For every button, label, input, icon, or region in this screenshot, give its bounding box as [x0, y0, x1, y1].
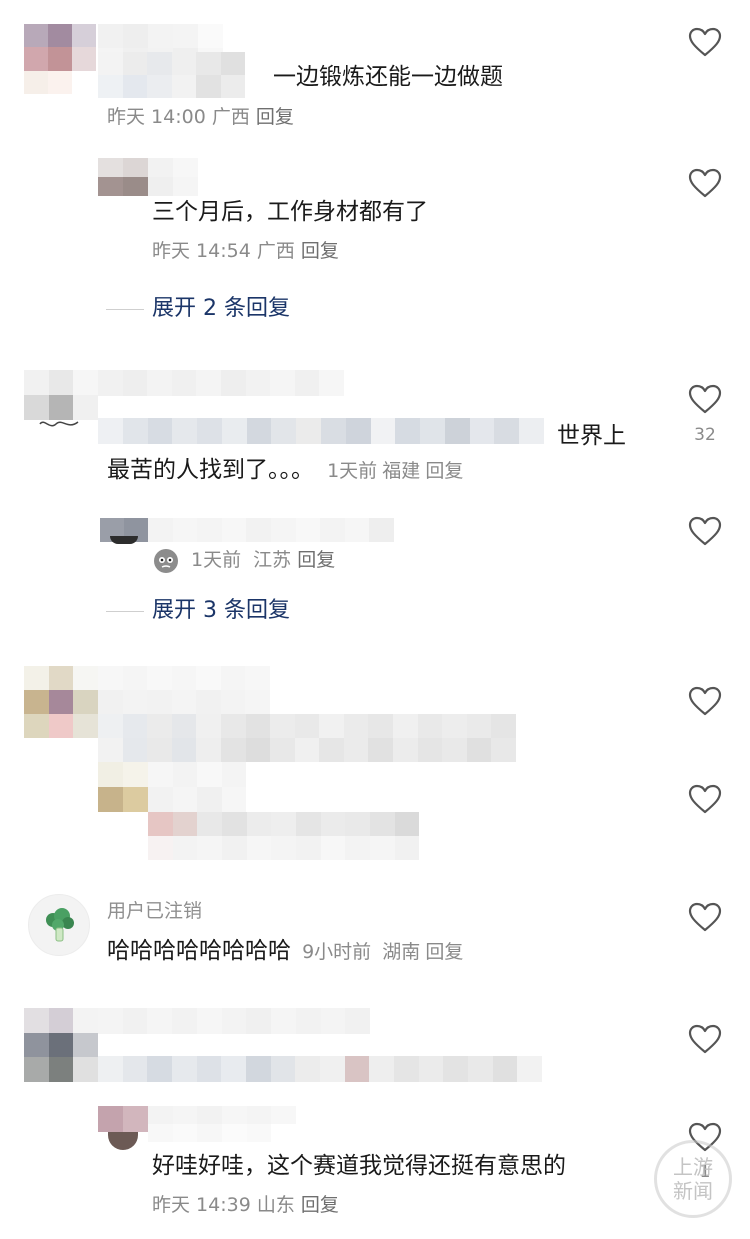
blurred-username [98, 370, 344, 396]
blurred-username [148, 518, 394, 542]
avatar-blurred[interactable] [24, 24, 96, 94]
heart-icon[interactable] [688, 902, 722, 932]
comment-location: 广西 [211, 106, 250, 128]
avatar-partial [110, 536, 138, 544]
reply-button[interactable]: 回复 [301, 1194, 339, 1216]
blurred-username [98, 1008, 370, 1034]
avatar-blurred[interactable] [98, 1106, 148, 1132]
comment-time: 1天前 [191, 549, 242, 571]
blurred-text [98, 418, 544, 444]
comment-text: 一边锻炼还能一边做题 [273, 64, 503, 90]
comment-text: 最苦的人找到了。。。 [107, 457, 314, 483]
avatar[interactable] [28, 894, 90, 956]
blurred-text [98, 52, 270, 98]
comment-time: 1天前 [327, 460, 378, 482]
reply-button[interactable]: 回复 [425, 460, 463, 482]
comment-location: 湖南 [382, 941, 421, 963]
divider [106, 611, 144, 612]
blurred-text [98, 714, 516, 762]
watermark-line: 新闻 [673, 1179, 713, 1203]
heart-icon[interactable] [688, 784, 722, 814]
heart-icon[interactable] [688, 384, 722, 414]
blurred-username [148, 1106, 296, 1142]
avatar-blurred[interactable] [24, 370, 98, 420]
blurred-username [98, 666, 270, 714]
broccoli-icon [46, 908, 74, 942]
heart-icon[interactable] [688, 516, 722, 546]
divider [106, 309, 144, 310]
reply-button[interactable]: 回复 [425, 941, 463, 963]
reply-button[interactable]: 回复 [256, 106, 294, 128]
heart-icon[interactable] [688, 27, 722, 57]
like-count: 32 [694, 425, 716, 445]
comment-time: 9小时前 [302, 941, 372, 963]
heart-icon[interactable] [688, 1024, 722, 1054]
comment-location: 江苏 [253, 549, 292, 571]
watermark-line: 上游 [673, 1155, 713, 1179]
comment-time: 昨天 14:00 [107, 106, 206, 128]
comment-text: 世界上 [557, 423, 626, 449]
reply-button[interactable]: 回复 [301, 240, 339, 262]
expand-replies-button[interactable]: 展开 3 条回复 [152, 597, 290, 625]
blurred-text [98, 1056, 542, 1082]
comment-meta: 昨天 14:00 广西 回复 [107, 104, 294, 130]
avatar-sketch-icon [39, 421, 79, 427]
blurred-username [148, 762, 246, 812]
ghost-emoji-icon [154, 549, 178, 573]
watermark-logo: 上游 新闻 [654, 1140, 732, 1218]
comment-location: 福建 [382, 460, 421, 482]
reply-button[interactable]: 回复 [297, 549, 335, 571]
expand-replies-button[interactable]: 展开 2 条回复 [152, 295, 290, 323]
comment-meta: 1天前 江苏 回复 [191, 547, 335, 573]
comment-time: 昨天 14:54 [152, 240, 251, 262]
avatar-blurred[interactable] [24, 1008, 98, 1082]
avatar-blurred[interactable] [98, 158, 198, 196]
blurred-text [148, 812, 444, 860]
comment-location: 广西 [256, 240, 295, 262]
comment-text: 三个月后，工作身材都有了 [152, 199, 428, 225]
comment-line: 哈哈哈哈哈哈哈哈 9小时前 湖南 回复 [107, 936, 463, 966]
heart-icon[interactable] [688, 168, 722, 198]
username[interactable]: 用户已注销 [107, 896, 202, 923]
comment-location: 山东 [256, 1194, 295, 1216]
comment-text: 哈哈哈哈哈哈哈哈 [107, 938, 291, 964]
comment-time: 昨天 14:39 [152, 1194, 251, 1216]
comment-text: 好哇好哇，这个赛道我觉得还挺有意思的 [152, 1153, 566, 1179]
comment-line2: 最苦的人找到了。。。 1天前 福建 回复 [107, 455, 463, 485]
avatar-partial [108, 1132, 138, 1150]
avatar-blurred[interactable] [24, 666, 98, 738]
heart-icon[interactable] [688, 686, 722, 716]
comment-meta: 昨天 14:39 山东 回复 [152, 1192, 339, 1218]
avatar-blurred[interactable] [98, 762, 148, 812]
comment-meta: 昨天 14:54 广西 回复 [152, 238, 339, 264]
